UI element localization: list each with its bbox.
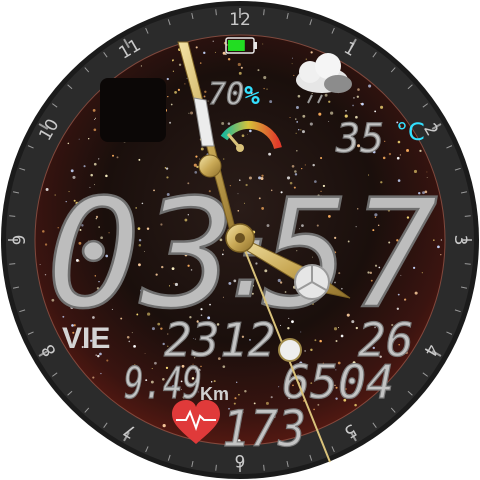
date-month: 12 (220, 313, 275, 367)
temperature-unit: °C (396, 118, 425, 146)
bezel-number: 9 (10, 235, 30, 246)
bezel-number: 3 (450, 235, 470, 246)
bezel-tick (464, 263, 471, 265)
bezel-tick (215, 464, 217, 471)
blank-panel (100, 78, 166, 142)
watch-face: 121234567891011 70% 35 °C 03 : 57 VIE 23… (1, 1, 479, 479)
bezel-tick (263, 464, 265, 471)
day-of-week: VIE (62, 322, 110, 355)
bezel-tick (215, 9, 217, 16)
bezel-tick (464, 215, 471, 217)
temperature-value: 35 (335, 116, 384, 162)
heart-rate-value: 173 (222, 400, 306, 458)
bezel-tick (263, 9, 265, 16)
bezel-number: 12 (229, 10, 251, 30)
bezel-tick (9, 215, 16, 217)
bezel-tick (9, 263, 16, 265)
battery-percent: 70% (208, 77, 260, 112)
